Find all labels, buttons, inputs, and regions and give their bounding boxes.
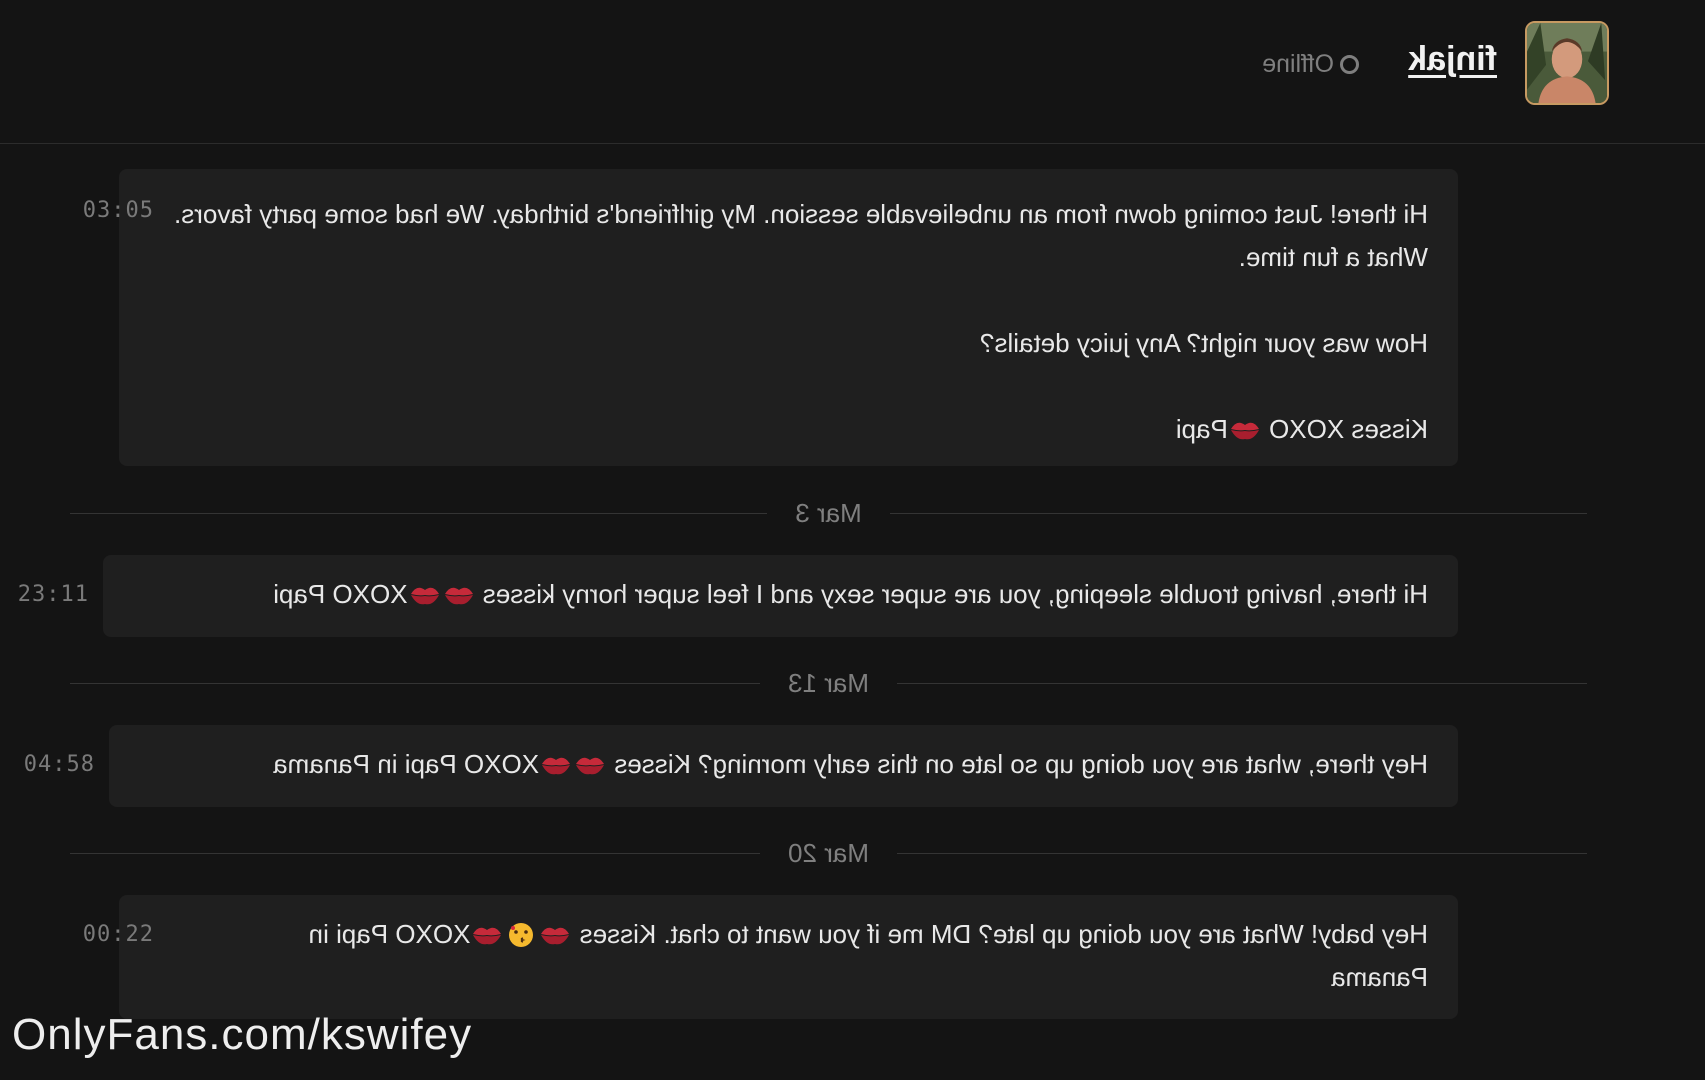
message-bubble[interactable]: Hey baby! What are you doing up late? DM… [119, 895, 1458, 1019]
message-text: XOXO Papi in Panama [273, 749, 540, 779]
message-bubble[interactable]: Hi there, having trouble sleeping, you a… [103, 555, 1458, 637]
avatar-photo-icon [1527, 23, 1607, 103]
message-paragraph: Kisses XOXO Papi [149, 408, 1428, 451]
watermark-text: OnlyFans.com/kswifey [12, 1010, 473, 1059]
message-text: XOXO Papi in [308, 919, 471, 949]
message-paragraph: How was your night? Any juicy details? [979, 328, 1428, 358]
offline-circle-icon [1340, 55, 1359, 74]
message-text: XOXO Papi [273, 579, 408, 609]
date-label: Mar 13 [788, 667, 869, 698]
message-text: Hi there, having trouble sleeping, you a… [482, 579, 1428, 609]
date-divider: Mar 20 [69, 837, 1587, 868]
message-bubble[interactable]: Hey there, what are you doing up so late… [109, 725, 1458, 807]
divider-line [69, 852, 761, 854]
message-text: Hey baby! What are you doing up late? DM… [579, 919, 1428, 949]
kiss-mark-emoji [409, 582, 441, 608]
date-label: Mar 20 [788, 837, 869, 868]
message-time: 04:58 [23, 752, 95, 777]
date-divider: Mar 3 [70, 498, 1587, 528]
divider-line [70, 512, 768, 514]
user-status: Offline [1262, 50, 1359, 79]
message-text: Papi [1175, 414, 1228, 444]
kiss-mark-emoji [443, 582, 475, 608]
kiss-mark-emoji [539, 922, 571, 948]
kiss-mark-emoji [540, 752, 572, 778]
user-name-link[interactable]: finjak [1408, 40, 1497, 79]
date-label: Mar 3 [795, 497, 862, 528]
mirrored-view: finjak Offline Hi there! Just coming dow… [0, 0, 1705, 1080]
message-paragraph: Hey baby! What are you doing up late? DM… [149, 913, 1428, 956]
kiss-mark-emoji [574, 752, 606, 778]
kiss-mark-emoji [471, 922, 503, 948]
message-text: Hey there, what are you doing up so late… [614, 749, 1428, 779]
date-divider: Mar 13 [69, 667, 1587, 698]
divider-line [896, 682, 1587, 684]
message-time: 23:11 [17, 582, 89, 607]
message-time: 03:05 [82, 198, 154, 223]
kissing-face-emoji [505, 922, 537, 948]
message-bubble[interactable]: Hi there! Just coming down from an unbel… [119, 169, 1458, 466]
status-label: Offline [1262, 50, 1334, 78]
user-avatar[interactable] [1525, 21, 1609, 105]
chat-header: finjak Offline [0, 0, 1705, 144]
kiss-mark-emoji [1229, 417, 1261, 443]
chat-screen: finjak Offline Hi there! Just coming dow… [0, 0, 1705, 1080]
message-text: Kisses XOXO [1269, 414, 1428, 444]
message-paragraph: Panama [1331, 962, 1428, 992]
message-paragraph: Hi there! Just coming down from an unbel… [173, 199, 1428, 272]
divider-line [896, 852, 1587, 854]
divider-line [889, 512, 1587, 514]
divider-line [69, 682, 761, 684]
message-time: 00:22 [82, 922, 154, 947]
